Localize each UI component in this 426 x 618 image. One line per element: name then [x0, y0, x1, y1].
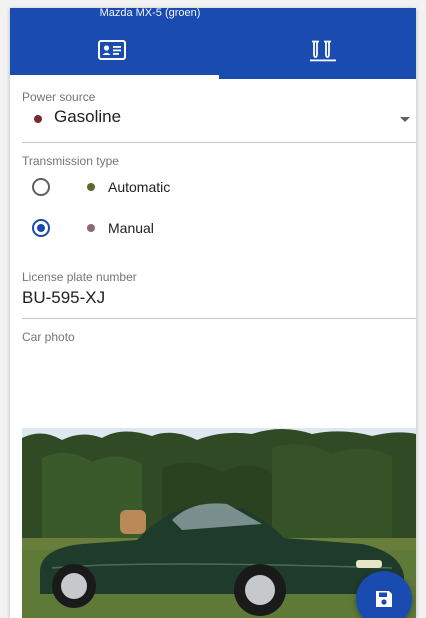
- save-icon: [376, 591, 392, 607]
- license-plate-underline: [22, 318, 416, 319]
- tab-details[interactable]: [10, 22, 219, 79]
- license-plate-label: License plate number: [22, 270, 137, 284]
- radio-automatic[interactable]: [32, 178, 50, 196]
- radio-manual[interactable]: [32, 219, 50, 237]
- car-photo-label: Car photo: [22, 330, 75, 344]
- power-source-select[interactable]: Gasoline: [10, 104, 416, 134]
- tab-selected-indicator: [10, 75, 219, 79]
- transmission-type-label: Transmission type: [22, 154, 119, 168]
- power-source-value: Gasoline: [54, 107, 122, 126]
- transmission-option-automatic[interactable]: Automatic: [10, 171, 310, 203]
- power-source-underline: [22, 142, 416, 143]
- license-plate-input[interactable]: BU-595-XJ: [22, 288, 105, 308]
- test-tubes-icon: [310, 40, 336, 62]
- power-source-label: Power source: [22, 90, 96, 104]
- power-source-color-dot: [34, 115, 42, 123]
- chevron-down-icon[interactable]: [400, 117, 410, 122]
- automatic-label: Automatic: [108, 179, 171, 195]
- id-card-icon: [98, 40, 126, 60]
- app-bar: Mazda MX-5 (groen): [10, 8, 416, 79]
- manual-label: Manual: [108, 220, 154, 236]
- automatic-color-dot: [87, 183, 95, 191]
- save-button[interactable]: [356, 571, 412, 618]
- manual-color-dot: [87, 224, 95, 232]
- car-form-card: Mazda MX-5 (groen) Power source Gasoline: [10, 8, 416, 618]
- tab-specs[interactable]: [219, 22, 416, 79]
- app-title: Mazda MX-5 (groen): [99, 8, 201, 19]
- transmission-option-manual[interactable]: Manual: [10, 212, 310, 244]
